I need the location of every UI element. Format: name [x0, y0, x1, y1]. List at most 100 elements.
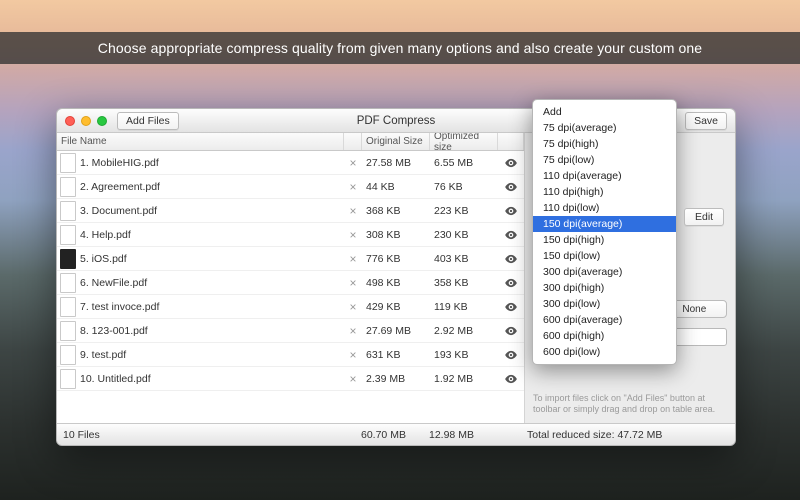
file-name: 4. Help.pdf: [80, 229, 344, 241]
col-remove: [344, 133, 362, 150]
quality-option[interactable]: 300 dpi(low): [533, 296, 676, 312]
eye-icon[interactable]: [504, 324, 518, 338]
quality-option[interactable]: 150 dpi(average): [533, 216, 676, 232]
total-optimized: 12.98 MB: [425, 429, 493, 441]
eye-icon[interactable]: [504, 348, 518, 362]
eye-icon[interactable]: [504, 156, 518, 170]
eye-icon[interactable]: [504, 252, 518, 266]
file-name: 6. NewFile.pdf: [80, 277, 344, 289]
quality-option[interactable]: 110 dpi(low): [533, 200, 676, 216]
eye-icon[interactable]: [504, 228, 518, 242]
edit-quality-button-wrap: Edit: [684, 208, 724, 226]
file-thumb: [60, 249, 76, 269]
minimize-button[interactable]: [81, 116, 91, 126]
remove-file-button[interactable]: ×: [344, 372, 362, 386]
optimized-size: 230 KB: [430, 229, 498, 241]
original-size: 2.39 MB: [362, 373, 430, 385]
remove-file-button[interactable]: ×: [344, 324, 362, 338]
original-size: 308 KB: [362, 229, 430, 241]
file-name: 5. iOS.pdf: [80, 253, 344, 265]
file-thumb: [60, 321, 76, 341]
quality-option[interactable]: 600 dpi(average): [533, 312, 676, 328]
desktop-wallpaper: Choose appropriate compress quality from…: [0, 0, 800, 500]
optimized-size: 223 KB: [430, 205, 498, 217]
table-rows: 1. MobileHIG.pdf×27.58 MB6.55 MB2. Agree…: [57, 151, 524, 423]
file-thumb: [60, 273, 76, 293]
file-name: 10. Untitled.pdf: [80, 373, 344, 385]
quality-option[interactable]: 110 dpi(high): [533, 184, 676, 200]
quality-option[interactable]: Add: [533, 104, 676, 120]
remove-file-button[interactable]: ×: [344, 180, 362, 194]
remove-file-button[interactable]: ×: [344, 252, 362, 266]
table-row[interactable]: 3. Document.pdf×368 KB223 KB: [57, 199, 524, 223]
remove-file-button[interactable]: ×: [344, 228, 362, 242]
remove-file-button[interactable]: ×: [344, 300, 362, 314]
quality-option[interactable]: 150 dpi(high): [533, 232, 676, 248]
table-row[interactable]: 4. Help.pdf×308 KB230 KB: [57, 223, 524, 247]
total-original: 60.70 MB: [357, 429, 425, 441]
quality-option[interactable]: 110 dpi(average): [533, 168, 676, 184]
col-original-size[interactable]: Original Size: [362, 133, 430, 150]
original-size: 498 KB: [362, 277, 430, 289]
file-thumb: [60, 345, 76, 365]
remove-file-button[interactable]: ×: [344, 204, 362, 218]
edit-quality-button[interactable]: Edit: [684, 208, 724, 226]
file-name: 1. MobileHIG.pdf: [80, 157, 344, 169]
add-files-button[interactable]: Add Files: [117, 112, 179, 130]
eye-icon[interactable]: [504, 204, 518, 218]
original-size: 429 KB: [362, 301, 430, 313]
file-name: 7. test invoce.pdf: [80, 301, 344, 313]
table-row[interactable]: 2. Agreement.pdf×44 KB76 KB: [57, 175, 524, 199]
original-size: 776 KB: [362, 253, 430, 265]
table-row[interactable]: 8. 123-001.pdf×27.69 MB2.92 MB: [57, 319, 524, 343]
quality-option[interactable]: 150 dpi(low): [533, 248, 676, 264]
quality-option[interactable]: 600 dpi(low): [533, 344, 676, 360]
quality-option[interactable]: 75 dpi(low): [533, 152, 676, 168]
original-size: 27.69 MB: [362, 325, 430, 337]
save-label: Save: [694, 115, 718, 127]
file-name: 2. Agreement.pdf: [80, 181, 344, 193]
table-row[interactable]: 10. Untitled.pdf×2.39 MB1.92 MB: [57, 367, 524, 391]
import-hint: To import files click on "Add Files" but…: [533, 393, 727, 416]
table-row[interactable]: 6. NewFile.pdf×498 KB358 KB: [57, 271, 524, 295]
file-table: File Name Original Size Optimized size 1…: [57, 133, 525, 423]
col-optimized-size[interactable]: Optimized size: [430, 133, 498, 150]
table-row[interactable]: 7. test invoce.pdf×429 KB119 KB: [57, 295, 524, 319]
add-files-label: Add Files: [126, 115, 170, 127]
quality-option[interactable]: 300 dpi(high): [533, 280, 676, 296]
save-button[interactable]: Save: [685, 112, 727, 130]
zoom-button[interactable]: [97, 116, 107, 126]
optimized-size: 403 KB: [430, 253, 498, 265]
quality-dropdown[interactable]: Add75 dpi(average)75 dpi(high)75 dpi(low…: [532, 99, 677, 365]
total-reduced: Total reduced size: 47.72 MB: [519, 429, 729, 441]
optimized-size: 193 KB: [430, 349, 498, 361]
quality-option[interactable]: 75 dpi(high): [533, 136, 676, 152]
table-row[interactable]: 9. test.pdf×631 KB193 KB: [57, 343, 524, 367]
eye-icon[interactable]: [504, 300, 518, 314]
caption-banner: Choose appropriate compress quality from…: [0, 32, 800, 64]
file-thumb: [60, 369, 76, 389]
quality-option[interactable]: 300 dpi(average): [533, 264, 676, 280]
original-size: 27.58 MB: [362, 157, 430, 169]
caption-text: Choose appropriate compress quality from…: [98, 40, 702, 56]
original-size: 44 KB: [362, 181, 430, 193]
original-size: 368 KB: [362, 205, 430, 217]
eye-icon[interactable]: [504, 276, 518, 290]
optimized-size: 76 KB: [430, 181, 498, 193]
col-filename[interactable]: File Name: [57, 133, 344, 150]
optimized-size: 1.92 MB: [430, 373, 498, 385]
eye-icon[interactable]: [504, 180, 518, 194]
table-row[interactable]: 5. iOS.pdf×776 KB403 KB: [57, 247, 524, 271]
remove-file-button[interactable]: ×: [344, 156, 362, 170]
file-name: 8. 123-001.pdf: [80, 325, 344, 337]
remove-file-button[interactable]: ×: [344, 348, 362, 362]
file-thumb: [60, 297, 76, 317]
close-button[interactable]: [65, 116, 75, 126]
status-bar: 10 Files 60.70 MB 12.98 MB Total reduced…: [57, 423, 735, 445]
eye-icon[interactable]: [504, 372, 518, 386]
quality-option[interactable]: 75 dpi(average): [533, 120, 676, 136]
quality-option[interactable]: 600 dpi(high): [533, 328, 676, 344]
original-size: 631 KB: [362, 349, 430, 361]
table-row[interactable]: 1. MobileHIG.pdf×27.58 MB6.55 MB: [57, 151, 524, 175]
remove-file-button[interactable]: ×: [344, 276, 362, 290]
